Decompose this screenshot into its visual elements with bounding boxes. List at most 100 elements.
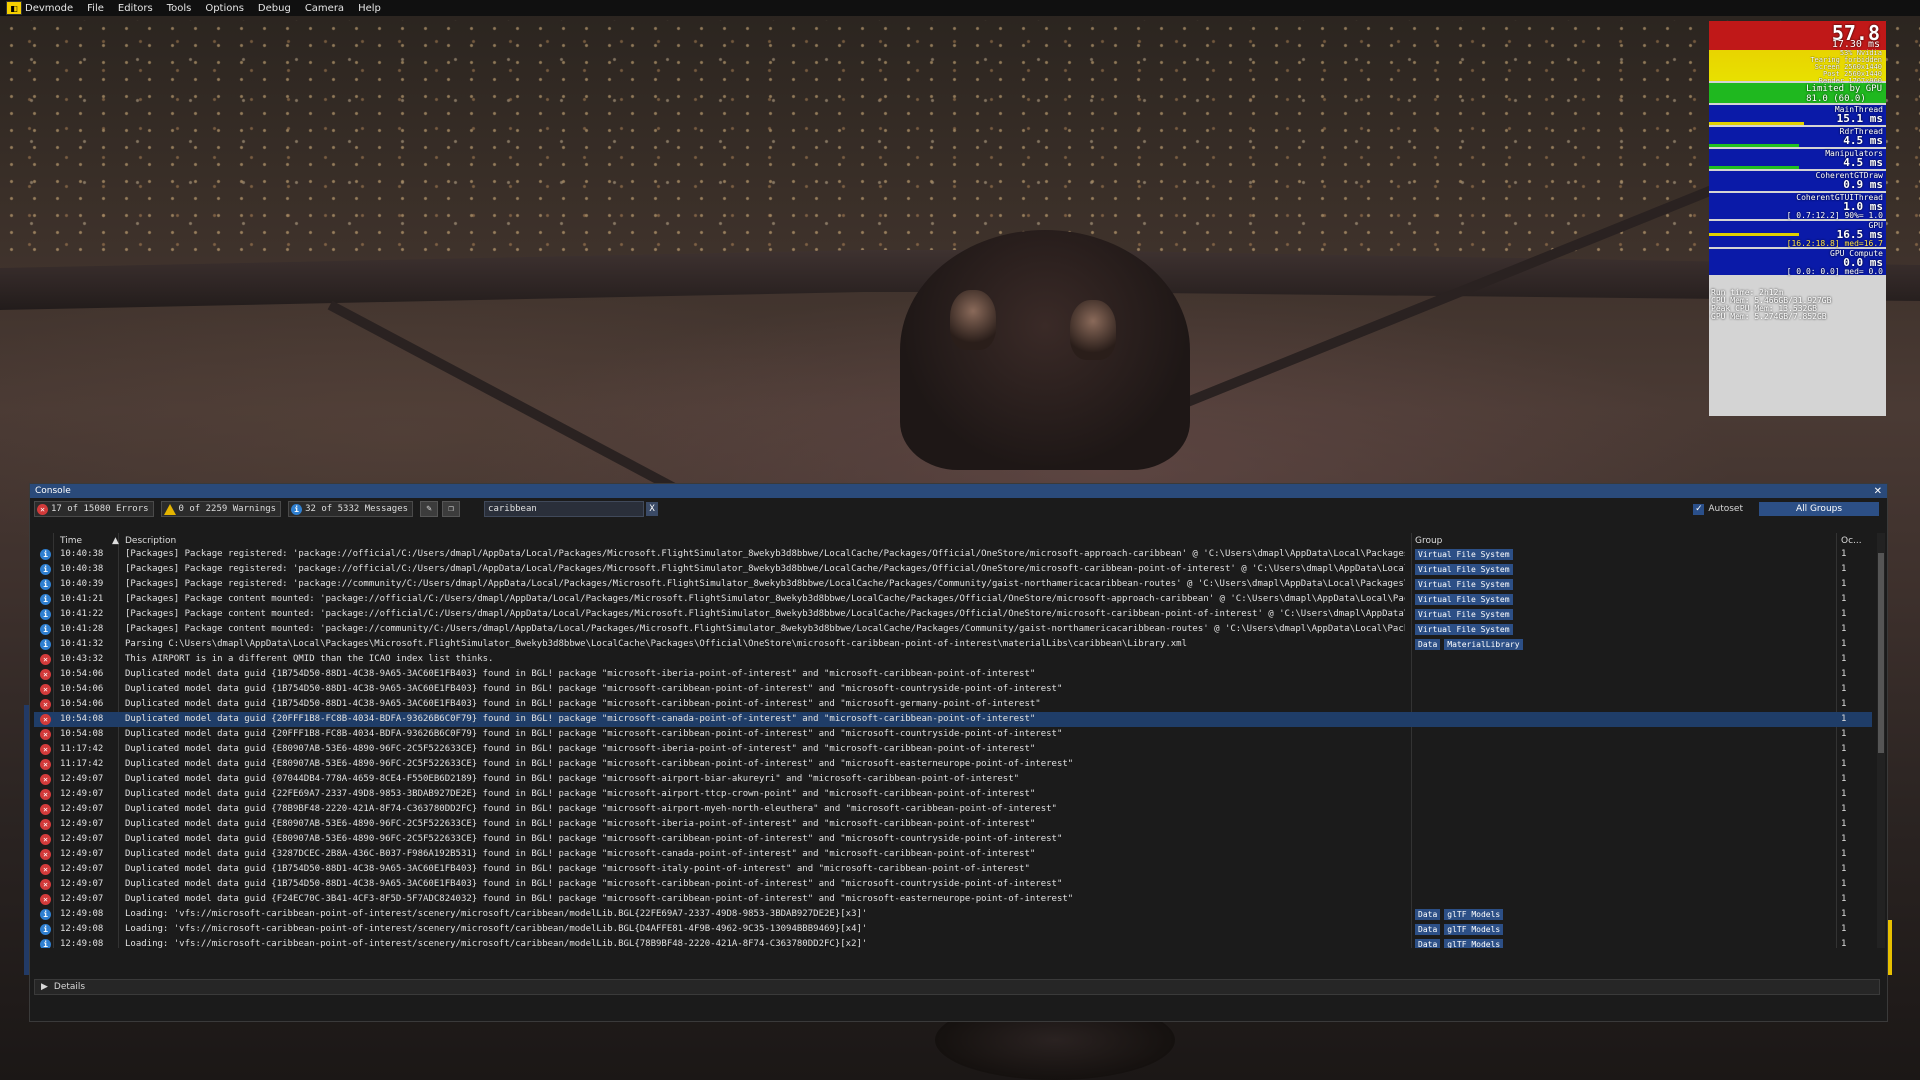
group-tag[interactable]: glTF Models (1444, 939, 1504, 948)
search-input[interactable] (484, 501, 645, 517)
row-description: Duplicated model data guid {1B754D50-88D… (125, 879, 1063, 889)
console-titlebar[interactable]: Console ✕ (30, 484, 1887, 498)
close-icon[interactable]: ✕ (1874, 486, 1882, 497)
autoset-label: Autoset (1708, 504, 1743, 514)
menu-file[interactable]: File (87, 3, 104, 14)
vertical-scrollbar[interactable] (1877, 533, 1885, 948)
table-row[interactable]: i 10:40:38 [Packages] Package registered: … (34, 547, 1872, 562)
table-row[interactable]: i 10:41:21 [Packages] Package content moun… (34, 592, 1872, 607)
group-tag[interactable]: Data (1415, 639, 1441, 650)
error-icon: ✕ (40, 804, 51, 815)
group-tag[interactable]: Virtual File System (1415, 549, 1513, 560)
devmode-logo-icon: ◧ (6, 1, 22, 15)
table-row[interactable]: ✕ 12:49:07 Duplicated model data guid {E80… (34, 817, 1872, 832)
col-description[interactable]: Description (125, 536, 176, 546)
table-row[interactable]: ✕ 10:54:06 Duplicated model data guid {1B7… (34, 667, 1872, 682)
menu-devmode[interactable]: Devmode (25, 3, 73, 14)
perf-render-thread: RdrThread 4.5 ms (1709, 127, 1886, 147)
row-count: 1 (1841, 609, 1847, 619)
group-tag[interactable]: glTF Models (1444, 924, 1504, 935)
table-row[interactable]: i 10:41:32 Parsing C:\Users\dmapl\AppData\… (34, 637, 1872, 652)
group-tag[interactable]: Data (1415, 924, 1441, 935)
group-tag[interactable]: Data (1415, 909, 1441, 920)
menu-editors[interactable]: Editors (118, 3, 153, 14)
perf-coherent-ui-thread: CoherentGTUIThread 1.0 ms [ 0.7:12.2] 90… (1709, 193, 1886, 220)
details-expander[interactable]: ▶ Details (34, 979, 1880, 995)
table-row[interactable]: ✕ 10:54:06 Duplicated model data guid {1B7… (34, 697, 1872, 712)
groups-dropdown[interactable]: All Groups (1759, 502, 1879, 516)
table-row[interactable]: i 12:49:08 Loading: 'vfs://microsoft-carib… (34, 907, 1872, 922)
table-row[interactable]: ✕ 12:49:07 Duplicated model data guid {22F… (34, 787, 1872, 802)
table-row[interactable]: ✕ 11:17:42 Duplicated model data guid {E80… (34, 757, 1872, 772)
table-row[interactable]: ✕ 12:49:07 Duplicated model data guid {78B… (34, 802, 1872, 817)
row-time: 12:49:07 (60, 819, 104, 829)
table-row[interactable]: i 12:49:08 Loading: 'vfs://microsoft-carib… (34, 922, 1872, 937)
info-icon: i (291, 503, 303, 515)
table-row[interactable]: i 10:40:39 [Packages] Package registered: … (34, 577, 1872, 592)
row-count: 1 (1841, 594, 1847, 604)
col-count[interactable]: Oc... (1841, 536, 1862, 546)
row-time: 12:49:08 (60, 909, 104, 919)
table-row[interactable]: ✕ 10:54:06 Duplicated model data guid {1B7… (34, 682, 1872, 697)
autoset-checkbox[interactable]: ✓ (1693, 503, 1705, 515)
limiter-label: Limited by GPU 81.0 (60.0) (1806, 84, 1882, 104)
log-table: i 10:40:38 [Packages] Package registered: … (34, 547, 1872, 948)
table-row[interactable]: ✕ 12:49:07 Duplicated model data guid {F24… (34, 892, 1872, 907)
perf-gpu: GPU 16.5 ms [16.2:18.8] med=16.7 (1709, 221, 1886, 248)
col-group[interactable]: Group (1415, 536, 1442, 546)
table-row[interactable]: ✕ 12:49:07 Duplicated model data guid {1B7… (34, 862, 1872, 877)
table-row[interactable]: i 10:41:22 [Packages] Package content moun… (34, 607, 1872, 622)
row-description: [Packages] Package registered: 'package:… (125, 579, 1405, 589)
row-description: Loading: 'vfs://microsoft-caribbean-poin… (125, 924, 868, 934)
search-clear-button[interactable]: X (646, 502, 659, 516)
group-tag[interactable]: Virtual File System (1415, 609, 1513, 620)
table-row[interactable]: i 12:49:08 Loading: 'vfs://microsoft-carib… (34, 937, 1872, 948)
group-tag[interactable]: glTF Models (1444, 909, 1504, 920)
error-icon: ✕ (40, 759, 51, 770)
row-time: 11:17:42 (60, 744, 104, 754)
row-count: 1 (1841, 879, 1847, 889)
error-icon: ✕ (40, 744, 51, 755)
table-row[interactable]: ✕ 10:54:08 Duplicated model data guid {20F… (34, 727, 1872, 742)
table-row[interactable]: i 10:41:28 [Packages] Package content moun… (34, 622, 1872, 637)
table-row[interactable]: ✕ 12:49:07 Duplicated model data guid {328… (34, 847, 1872, 862)
error-icon: ✕ (40, 849, 51, 860)
row-time: 10:54:06 (60, 699, 104, 709)
menu-debug[interactable]: Debug (258, 3, 291, 14)
table-row[interactable]: ✕ 12:49:07 Duplicated model data guid {E80… (34, 832, 1872, 847)
row-description: [Packages] Package registered: 'package:… (125, 549, 1405, 559)
info-icon: i (40, 564, 51, 575)
copy-icon[interactable]: ❐ (442, 501, 461, 517)
table-row[interactable]: ✕ 10:43:32 This AIRPORT is in a different … (34, 652, 1872, 667)
info-icon: i (40, 579, 51, 590)
row-time: 10:54:06 (60, 669, 104, 679)
row-count: 1 (1841, 789, 1847, 799)
warnings-filter-button[interactable]: 0 of 2259 Warnings (160, 501, 282, 517)
error-icon: ✕ (40, 714, 51, 725)
edit-icon[interactable]: ✎ (420, 501, 439, 517)
menu-tools[interactable]: Tools (167, 3, 192, 14)
scrollbar-thumb[interactable] (1878, 553, 1884, 753)
group-tag[interactable]: Virtual File System (1415, 564, 1513, 575)
group-tag[interactable]: Virtual File System (1415, 594, 1513, 605)
info-icon: i (40, 639, 51, 650)
table-row[interactable]: ✕ 11:17:42 Duplicated model data guid {E80… (34, 742, 1872, 757)
menu-camera[interactable]: Camera (305, 3, 344, 14)
group-tag[interactable]: Virtual File System (1415, 624, 1513, 635)
col-time[interactable]: Time (60, 536, 82, 546)
table-row[interactable]: ✕ 12:49:07 Duplicated model data guid {070… (34, 772, 1872, 787)
row-time: 10:40:39 (60, 579, 104, 589)
row-description: Duplicated model data guid {1B754D50-88D… (125, 864, 1030, 874)
menu-help[interactable]: Help (358, 3, 381, 14)
table-row[interactable]: ✕ 12:49:07 Duplicated model data guid {1B7… (34, 877, 1872, 892)
error-icon: ✕ (40, 669, 51, 680)
group-tag[interactable]: Data (1415, 939, 1441, 948)
table-row[interactable]: i 10:40:38 [Packages] Package registered: … (34, 562, 1872, 577)
errors-filter-button[interactable]: ✕ 17 of 15080 Errors (34, 501, 154, 517)
menu-options[interactable]: Options (205, 3, 244, 14)
table-row[interactable]: ✕ 10:54:08 Duplicated model data guid {20F… (34, 712, 1872, 727)
messages-filter-button[interactable]: i 32 of 5332 Messages (288, 501, 414, 517)
group-tag[interactable]: MaterialLibrary (1444, 639, 1523, 650)
group-tag[interactable]: Virtual File System (1415, 579, 1513, 590)
row-groups: Virtual File System (1415, 609, 1513, 620)
